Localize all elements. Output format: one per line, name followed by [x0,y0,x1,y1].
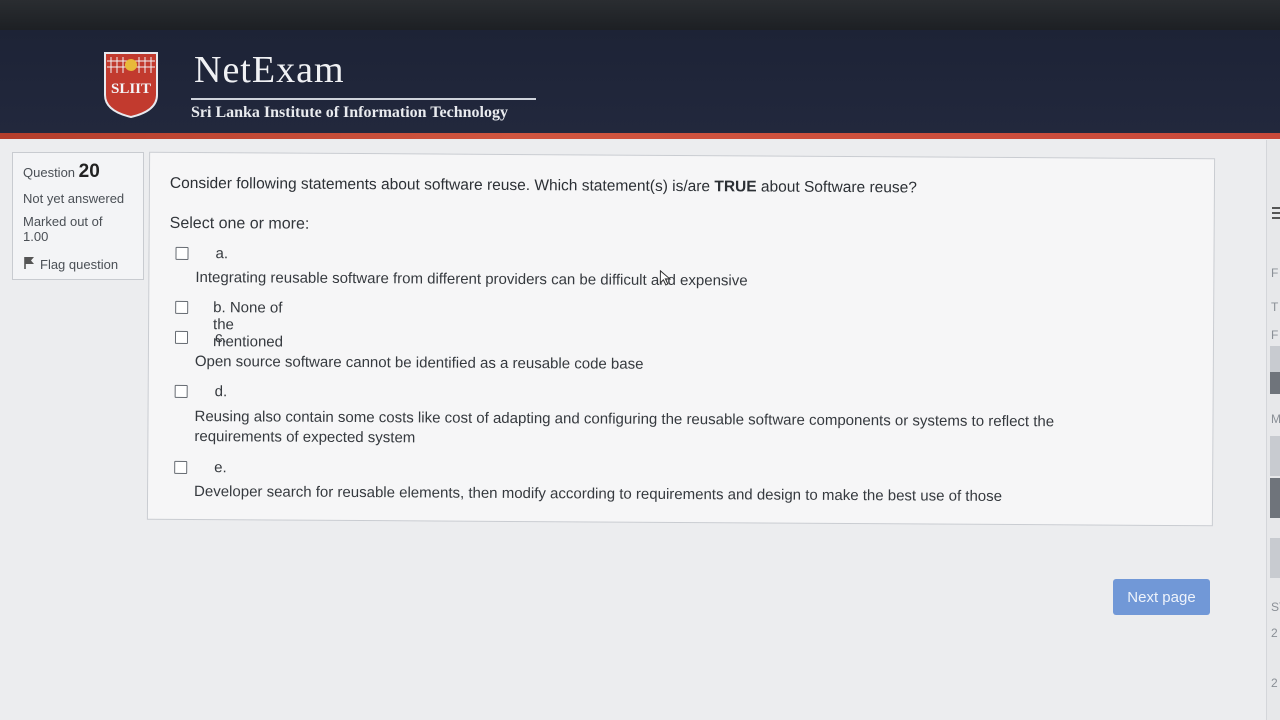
menu-icon[interactable] [1272,206,1280,224]
select-instruction: Select one or more: [169,214,310,233]
edge-letter-7: 2 [1271,676,1278,690]
option-c-text: Open source software cannot be identifie… [194,353,644,373]
option-a-checkbox[interactable] [175,246,189,260]
question-label: Question [23,165,76,180]
edge-letter-4: M [1271,412,1280,426]
question-info-panel: Question 20 Not yet answered Marked out … [12,152,144,280]
question-number: 20 [78,161,100,182]
edge-block-4 [1270,478,1280,518]
edge-letter-2: T [1271,300,1279,314]
site-subtitle: Sri Lanka Institute of Information Techn… [191,104,508,121]
option-c-letter: c. [214,329,227,347]
answer-status: Not yet answered [23,191,125,206]
question-text-part2: about Software reuse? [756,178,917,197]
option-b-checkbox[interactable] [175,300,189,314]
monitor-bezel [0,0,1280,34]
marked-out-of-label: Marked out of [23,214,103,229]
question-number-line: Question 20 [23,161,143,183]
edge-letter-5: ST [1271,600,1280,614]
option-a-letter: a. [215,245,229,263]
sliit-logo: SLIIT [103,51,159,119]
edge-block-1 [1270,346,1280,372]
edge-letter-1: F [1271,266,1279,280]
edge-letter-3: F [1271,328,1279,342]
option-e-checkbox[interactable] [174,460,188,474]
option-d-letter: d. [214,383,228,401]
flag-question-link[interactable]: Flag question [23,256,143,272]
edge-block-3 [1270,436,1280,476]
title-divider [191,98,536,100]
option-c-checkbox[interactable] [174,330,189,344]
flag-icon [23,256,35,272]
option-b-letter: b. [213,299,226,317]
header-accent-bar [0,133,1280,139]
next-page-button[interactable]: Next page [1113,579,1210,615]
edge-block-5 [1270,538,1280,578]
option-d-text: Reusing also contain some costs like cos… [194,408,1055,447]
option-d-checkbox[interactable] [174,384,188,398]
edge-letter-6: 2 [1271,626,1278,640]
flag-question-label: Flag question [40,256,119,272]
marks-value: 1.00 [23,229,49,244]
question-text-bold: TRUE [714,178,757,196]
question-content-box: Consider following statements about soft… [146,151,1216,527]
edge-block-2 [1270,372,1280,394]
option-e-letter: e. [214,459,227,477]
logo-text: SLIIT [111,81,151,97]
question-text: Consider following statements about soft… [170,175,917,198]
right-sidebar-edge: F T F M ST 2 2 [1266,140,1280,720]
site-title: NetExam [194,49,345,91]
mouse-cursor-icon [659,269,672,291]
option-e-text: Developer search for reusable elements, … [194,483,1003,505]
question-text-part1: Consider following statements about soft… [169,174,715,196]
